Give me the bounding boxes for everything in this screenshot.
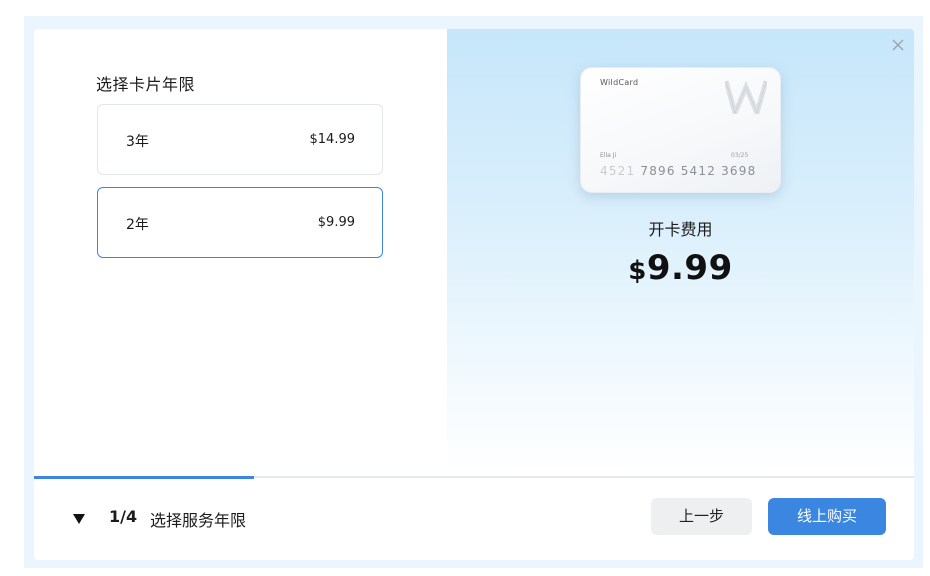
term-option-label: 3年 (126, 134, 149, 150)
term-option-price: $9.99 (317, 215, 355, 230)
term-option-price: $14.99 (309, 132, 356, 147)
fee-value: 9.99 (646, 248, 733, 288)
card-expiry: 03/25 (731, 152, 749, 159)
purchase-dialog: 选择卡片年限 3年 $14.99 2年 $9.99 WildCard Ella … (34, 29, 914, 560)
card-number-faded: 4521 (600, 164, 636, 178)
card-number: 4521 7896 5412 3698 (600, 164, 756, 178)
close-icon[interactable] (891, 37, 905, 51)
card-number-visible: 7896 5412 3698 (640, 164, 757, 178)
caret-down-icon[interactable] (72, 511, 86, 525)
card-brand-name: WildCard (600, 78, 639, 87)
card-holder-name: Ella Ji (600, 152, 617, 159)
term-option-3-years[interactable]: 3年 $14.99 (97, 104, 383, 175)
progress-bar (34, 476, 914, 479)
dialog-footer: 1/4 选择服务年限 上一步 线上购买 (34, 479, 914, 560)
card-preview-panel: WildCard Ella Ji 03/25 4521 7896 5412 36… (447, 29, 914, 476)
fee-currency: $ (628, 256, 647, 286)
step-title: 选择服务年限 (150, 511, 247, 530)
buy-online-button[interactable]: 线上购买 (768, 498, 886, 535)
card-logo-icon (725, 80, 767, 114)
term-option-label: 2年 (126, 217, 149, 233)
fee-amount: $9.99 (447, 248, 914, 288)
card-image: WildCard Ella Ji 03/25 4521 7896 5412 36… (580, 67, 781, 193)
step-counter: 1/4 (109, 507, 138, 526)
fee-label: 开卡费用 (648, 220, 713, 239)
term-option-2-years[interactable]: 2年 $9.99 (97, 187, 383, 258)
previous-step-button[interactable]: 上一步 (651, 498, 752, 535)
card-term-title: 选择卡片年限 (96, 75, 196, 94)
